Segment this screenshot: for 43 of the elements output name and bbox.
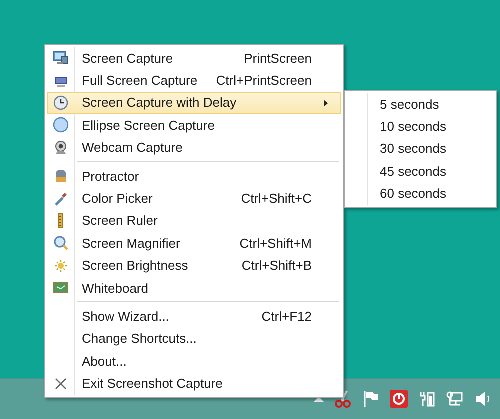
menu-item[interactable]: Change Shortcuts...	[47, 328, 341, 350]
menu-item[interactable]: Color Picker Ctrl+Shift+C	[47, 187, 341, 210]
menu-item[interactable]: Full Screen Capture Ctrl+PrintScreen	[47, 69, 341, 92]
submenu-item[interactable]: 10 seconds	[347, 115, 494, 138]
menu-item[interactable]: Protractor	[47, 164, 341, 188]
close-icon	[53, 376, 69, 392]
menu-item[interactable]: Screen Magnifier Ctrl+Shift+M	[47, 232, 341, 255]
clock-icon	[53, 94, 69, 111]
shortcut-text: Ctrl+F12	[262, 308, 312, 324]
menu-item[interactable]: Screen Capture with Delay	[47, 92, 341, 114]
scissors-icon[interactable]	[334, 390, 352, 408]
menu-item[interactable]: Ellipse Screen Capture	[47, 114, 341, 137]
whiteboard-icon	[53, 280, 69, 296]
monitor-icon	[53, 50, 69, 66]
menu-item[interactable]: About...	[47, 350, 341, 372]
submenu-item[interactable]: 45 seconds	[347, 160, 494, 183]
flag-icon[interactable]	[362, 390, 380, 408]
magnifier-icon	[53, 235, 69, 252]
menu-item[interactable]: Webcam Capture	[47, 136, 341, 159]
submenu-item[interactable]: 60 seconds	[347, 182, 494, 205]
menu-item[interactable]: Exit Screenshot Capture	[47, 372, 341, 395]
caret-icon[interactable]	[314, 396, 324, 402]
shortcut-text: Ctrl+Shift+C	[241, 191, 312, 206]
menu-item[interactable]: Screen Capture PrintScreen	[47, 47, 341, 70]
shortcut-text: Ctrl+Shift+B	[242, 258, 312, 274]
circle-icon	[53, 117, 69, 134]
menu-item[interactable]: Screen Brightness Ctrl+Shift+B	[47, 254, 341, 277]
webcam-icon	[53, 140, 69, 156]
submenu-item[interactable]: 5 seconds	[347, 93, 494, 116]
menu-item[interactable]: Whiteboard	[47, 276, 341, 300]
menu-item[interactable]: Screen Ruler	[47, 210, 341, 232]
power-icon[interactable]	[390, 390, 408, 408]
menu-item[interactable]: Show Wizard... Ctrl+F12	[47, 305, 341, 328]
eyedropper-icon	[53, 190, 69, 207]
shortcut-text: Ctrl+Shift+M	[240, 236, 312, 251]
shortcut-text: Ctrl+PrintScreen	[216, 73, 312, 88]
protractor-icon	[53, 168, 69, 184]
submenu-item[interactable]: 30 seconds	[347, 138, 494, 160]
network-icon[interactable]	[446, 390, 464, 408]
battery-icon[interactable]	[418, 390, 436, 408]
shortcut-text: PrintScreen	[244, 50, 312, 66]
speaker-icon[interactable]	[474, 390, 492, 408]
sun-icon	[53, 258, 69, 274]
